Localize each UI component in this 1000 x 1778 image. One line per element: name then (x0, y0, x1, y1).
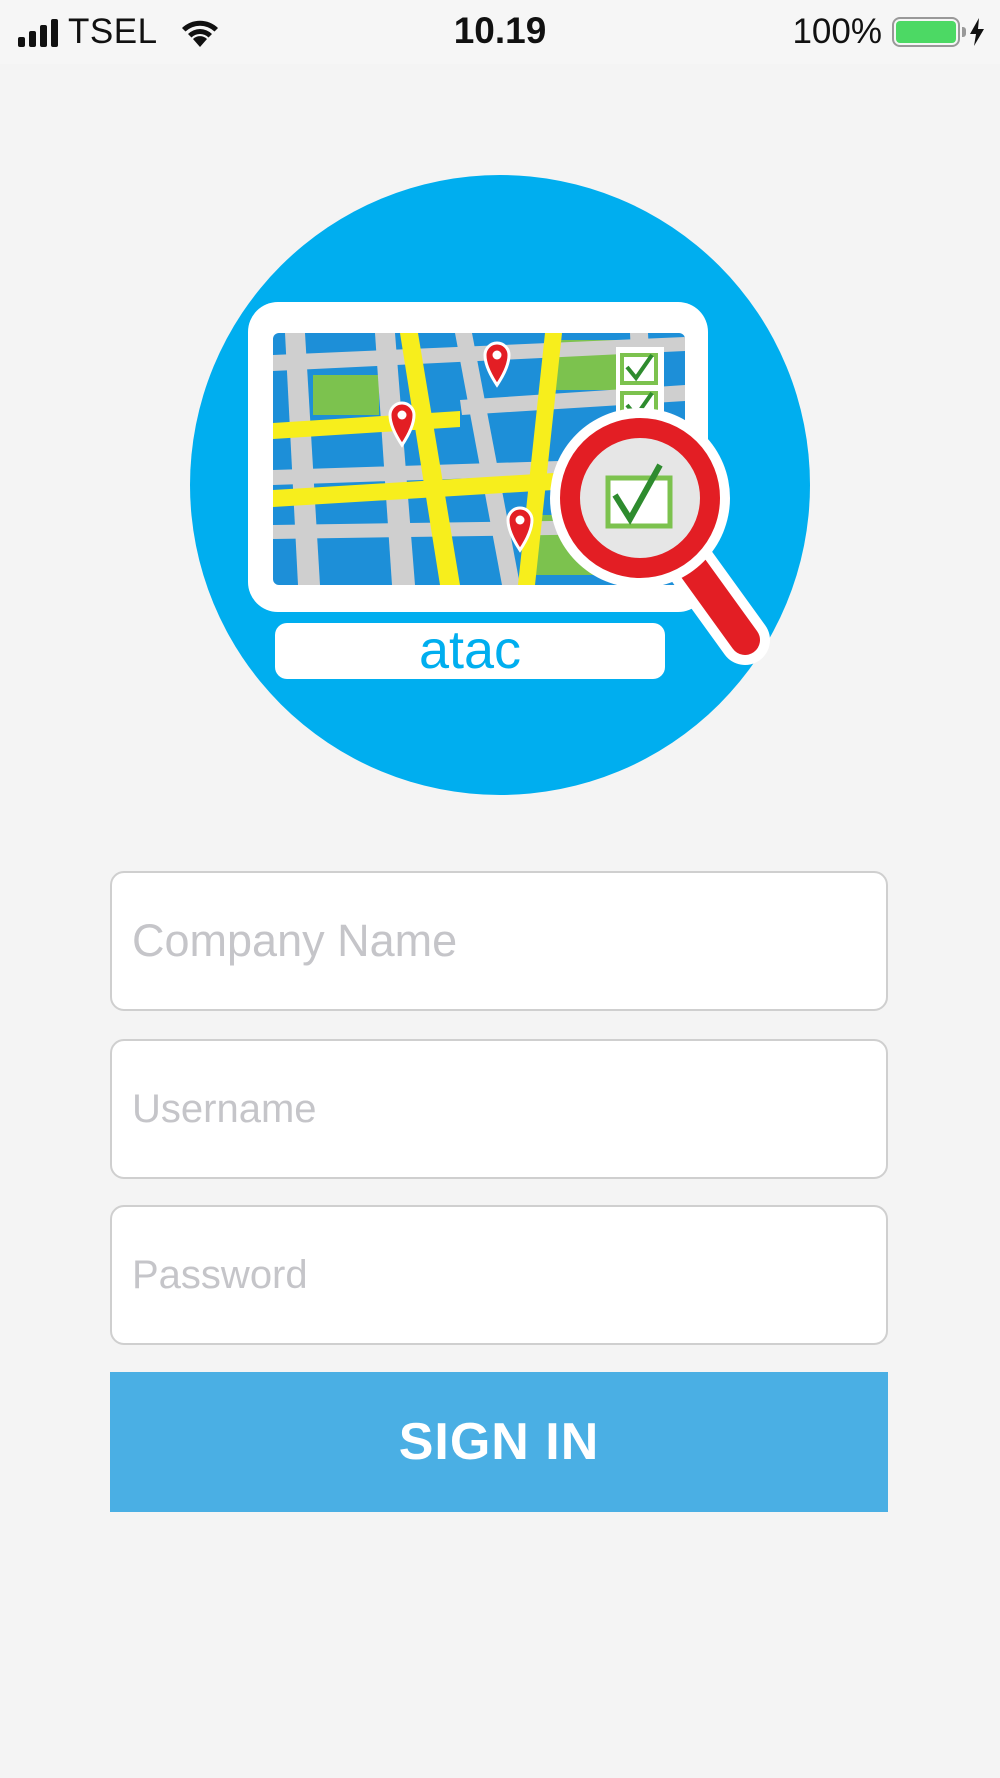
password-field[interactable] (110, 1205, 888, 1345)
company-name-field[interactable] (110, 871, 888, 1011)
sign-in-button[interactable]: SIGN IN (110, 1372, 888, 1512)
charging-bolt-icon (970, 18, 984, 46)
status-bar: TSEL 10.19 100% (0, 0, 1000, 64)
app-logo: atac (190, 175, 810, 795)
password-input[interactable] (132, 1207, 862, 1343)
battery-icon (892, 17, 966, 47)
username-input[interactable] (132, 1041, 862, 1177)
company-name-input[interactable] (132, 873, 862, 1009)
username-field[interactable] (110, 1039, 888, 1179)
battery-percent: 100% (792, 12, 882, 51)
brand-text: atac (419, 620, 521, 680)
atac-logo-graphic: atac (190, 175, 810, 795)
status-right: 100% (792, 12, 986, 52)
